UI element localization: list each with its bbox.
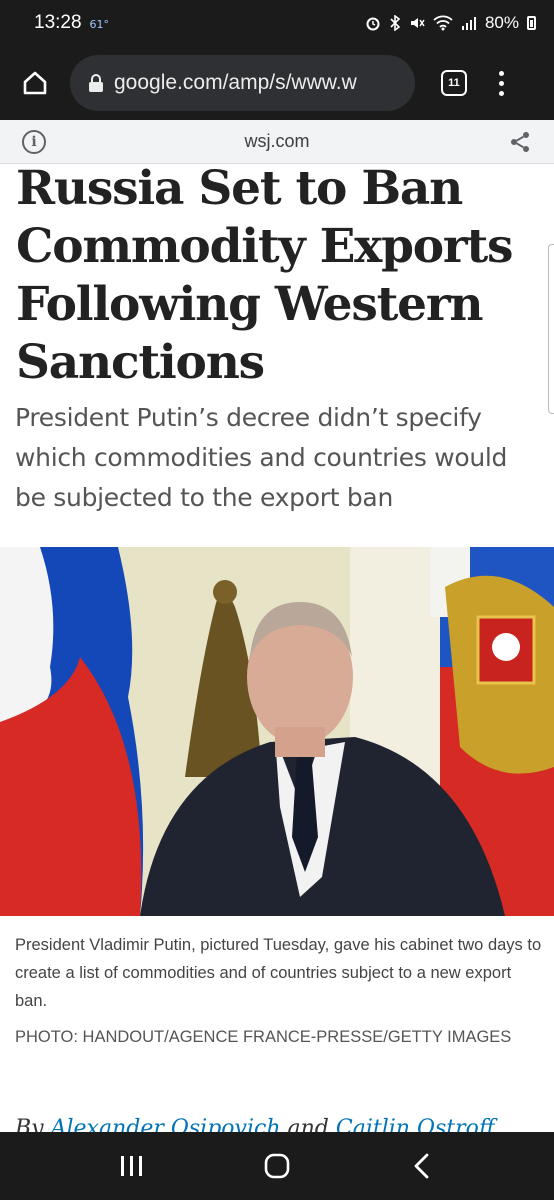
mute-icon (410, 18, 425, 28)
bluetooth-icon (390, 15, 401, 31)
scroll-indicator[interactable] (548, 244, 554, 414)
author-link[interactable]: Alexander Osipovich (51, 1116, 281, 1132)
author-link[interactable]: Caitlin Ostroff (336, 1116, 495, 1132)
photo-credit: PHOTO: HANDOUT/AGENCE FRANCE-PRESSE/GETT… (15, 1028, 512, 1046)
article-dek: President Putin’s decree didn’t specify … (15, 403, 508, 512)
article-headline: Russia Set to Ban Commodity Exports Foll… (16, 164, 513, 390)
address-bar[interactable]: google.com/amp/s/www.w (70, 55, 415, 111)
photo-caption: President Vladimir Putin, pictured Tuesd… (15, 936, 542, 1010)
browser-toolbar: google.com/amp/s/www.w 11 (0, 46, 554, 120)
battery-icon (527, 16, 536, 30)
alarm-icon (366, 17, 380, 31)
amp-domain[interactable]: wsj.com (244, 131, 309, 152)
back-icon (414, 1153, 429, 1179)
battery-percent: 80% (484, 13, 519, 32)
recent-apps-icon (121, 1156, 143, 1176)
home-button[interactable] (0, 46, 70, 120)
byline-prefix: By (15, 1116, 44, 1132)
overflow-menu-button[interactable] (497, 70, 505, 96)
wifi-icon (433, 15, 453, 31)
dot-icon (498, 80, 504, 86)
status-temperature: 61° (89, 17, 110, 31)
back-button[interactable] (392, 1136, 452, 1196)
article-photo (0, 547, 554, 916)
dot-icon (498, 70, 504, 76)
article: Russia Set to Ban Commodity Exports Foll… (0, 164, 554, 1132)
info-icon[interactable]: i (22, 130, 46, 154)
recent-apps-button[interactable] (102, 1136, 162, 1196)
status-bar: 13:28 61° 80% (0, 0, 554, 46)
byline-and: and (287, 1116, 329, 1132)
lock-icon (89, 74, 103, 92)
system-nav-bar (0, 1132, 554, 1200)
home-nav-icon (264, 1153, 290, 1179)
share-icon[interactable] (508, 130, 532, 154)
dot-icon (498, 90, 504, 96)
photo-illustration (0, 547, 554, 916)
home-nav-button[interactable] (247, 1136, 307, 1196)
byline: By Alexander Osipovich and Caitlin Ostro… (15, 1116, 494, 1132)
tab-switcher-button[interactable]: 11 (441, 70, 467, 96)
home-icon (23, 71, 47, 95)
status-time: 13:28 (34, 12, 82, 33)
signal-icon (461, 17, 476, 30)
amp-header: i wsj.com (0, 120, 554, 164)
status-icons: 80% (365, 13, 536, 33)
url-text: google.com/amp/s/www.w (114, 71, 357, 94)
